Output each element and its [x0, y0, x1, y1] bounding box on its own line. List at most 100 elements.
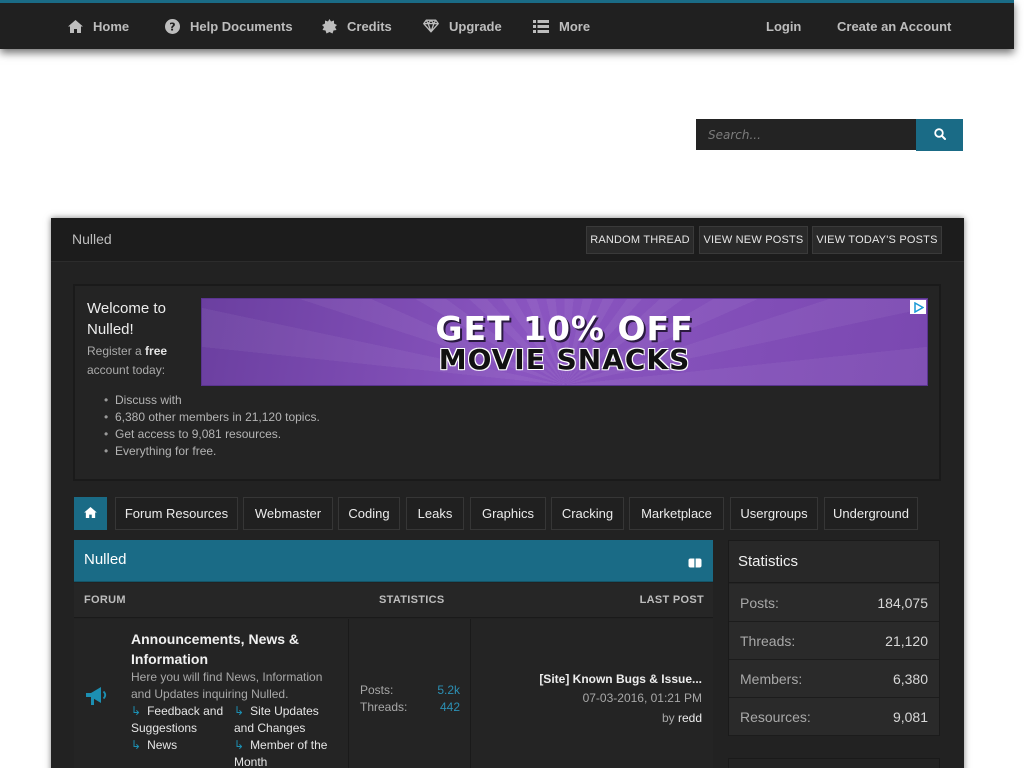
nav-more-label: More — [559, 18, 591, 34]
forum-section-title[interactable]: Nulled — [84, 551, 127, 568]
search-button[interactable] — [916, 119, 963, 151]
search-bar — [696, 119, 963, 151]
threads-label: Threads: — [360, 700, 408, 714]
nav-credits[interactable]: Credits — [321, 3, 392, 49]
list-item: Everything for free. — [104, 443, 320, 460]
threads-count: 442 — [439, 700, 460, 714]
forum-section-header: Nulled — [74, 540, 713, 582]
main-panel: Nulled RANDOM THREAD VIEW NEW POSTS VIEW… — [51, 218, 964, 768]
category-tab-coding[interactable]: Coding — [338, 497, 400, 530]
last-post-user-link[interactable]: redd — [678, 711, 702, 725]
login-link[interactable]: Login — [766, 3, 801, 49]
panel-header: Nulled RANDOM THREAD VIEW NEW POSTS VIEW… — [51, 218, 964, 262]
list-item-continued: 6,380 other members in 21,120 topics. — [104, 409, 320, 426]
forum-column-headers: FORUM STATISTICS LAST POST — [74, 583, 713, 618]
collapse-icon[interactable] — [688, 555, 702, 573]
posts-count: 5.2k — [437, 683, 460, 697]
statistics-value: 21,120 — [885, 633, 928, 649]
forum-name-link[interactable]: Announcements, News & Information — [131, 629, 311, 669]
welcome-sub-prefix: Register a — [87, 344, 146, 358]
nav-upgrade[interactable]: Upgrade — [423, 3, 502, 49]
nav-credits-label: Credits — [347, 18, 392, 34]
statistics-value: 6,380 — [892, 671, 928, 687]
statistics-label: Threads: — [740, 633, 796, 649]
statistics-widget: Statistics Posts: 184,075 Threads: 21,12… — [728, 540, 940, 736]
subforum-link-member-of-month[interactable]: ↳ Member of the Month — [234, 737, 338, 768]
welcome-box: Welcome to Nulled! Register a free accou… — [73, 284, 941, 481]
statistics-row-members: Members: 6,380 — [729, 660, 939, 698]
category-tab-underground[interactable]: Underground — [824, 497, 918, 530]
nav-upgrade-label: Upgrade — [449, 18, 502, 34]
column-header-forum: FORUM — [84, 594, 126, 606]
subforum-arrow-icon: ↳ — [131, 704, 142, 718]
statistics-header: Statistics — [729, 541, 939, 583]
welcome-title: Welcome to Nulled! — [87, 300, 166, 338]
create-account-link[interactable]: Create an Account — [837, 3, 951, 49]
welcome-sub-suffix: account today: — [87, 363, 166, 377]
last-post-by-label: by — [661, 711, 675, 725]
statistics-row-threads: Threads: 21,120 — [729, 622, 939, 660]
svg-text:?: ? — [169, 20, 175, 33]
statistics-row-resources: Resources: 9,081 — [729, 698, 939, 736]
subforum-arrow-icon: ↳ — [234, 704, 245, 718]
diamond-icon — [423, 18, 439, 34]
welcome-sub-bold: free — [145, 344, 168, 358]
ad-subline: MOVIE SNACKS — [438, 343, 691, 376]
category-tab-graphics[interactable]: Graphics — [470, 497, 546, 530]
subforum-label: News — [147, 738, 178, 752]
question-circle-icon: ? — [164, 18, 180, 34]
subforum-label: Feedback and Suggestions — [131, 704, 224, 735]
subforum-arrow-icon: ↳ — [131, 738, 142, 752]
statistics-label: Posts: — [740, 595, 779, 611]
random-thread-button[interactable]: RANDOM THREAD — [586, 226, 694, 254]
home-icon — [67, 18, 83, 34]
posts-label: Posts: — [360, 683, 394, 697]
category-tab-marketplace[interactable]: Marketplace — [629, 497, 724, 530]
advertisement-banner[interactable]: GET 10% OFF MOVIE SNACKS — [201, 298, 928, 386]
welcome-subtitle: Register a free account today: — [87, 342, 197, 380]
statistics-value: 9,081 — [892, 709, 928, 725]
nav-help-label: Help Documents — [190, 18, 293, 34]
statistics-label: Resources: — [740, 709, 811, 725]
column-header-last-post: LAST POST — [639, 594, 704, 606]
subforum-link-feedback[interactable]: ↳ Feedback and Suggestions — [131, 703, 233, 737]
home-icon — [84, 506, 97, 521]
statistics-title: Statistics — [738, 553, 799, 570]
nav-home[interactable]: Home — [67, 3, 129, 49]
category-tab-leaks[interactable]: Leaks — [406, 497, 464, 530]
statistics-row-posts: Posts: 184,075 — [729, 584, 939, 622]
category-tab-cracking[interactable]: Cracking — [551, 497, 624, 530]
view-new-posts-button[interactable]: VIEW NEW POSTS — [699, 226, 808, 254]
view-todays-posts-button[interactable]: VIEW TODAY'S POSTS — [812, 226, 942, 254]
column-header-statistics: STATISTICS — [379, 594, 445, 606]
welcome-benefits-list: Discuss with 6,380 other members in 21,1… — [104, 392, 320, 460]
category-home-tab[interactable] — [74, 497, 107, 530]
cell-divider — [348, 619, 349, 768]
last-post-title-link[interactable]: [Site] Known Bugs & Issue... — [539, 672, 702, 686]
category-tab-forum-resources[interactable]: Forum Resources — [115, 497, 238, 530]
subforum-link-site-updates[interactable]: ↳ Site Updates and Changes — [234, 703, 338, 737]
list-icon — [533, 18, 549, 34]
list-item: Get access to 9,081 resources. — [104, 426, 320, 443]
category-tab-webmaster[interactable]: Webmaster — [243, 497, 333, 530]
list-item: Discuss with — [104, 392, 320, 409]
nav-home-label: Home — [93, 18, 130, 34]
sidebar-widget — [728, 758, 940, 768]
nav-more[interactable]: More — [533, 3, 590, 49]
subforum-arrow-icon: ↳ — [234, 738, 245, 752]
nav-help-documents[interactable]: ? Help Documents — [164, 3, 293, 49]
statistics-value: 184,075 — [877, 595, 928, 611]
subforum-link-news[interactable]: ↳ News — [131, 737, 233, 754]
last-post-author: by redd — [662, 711, 702, 725]
statistics-label: Members: — [740, 671, 803, 687]
ad-choices-icon[interactable] — [910, 300, 926, 314]
top-navigation-bar: Home ? Help Documents Credits Upgrade Mo… — [0, 0, 1014, 49]
breadcrumb[interactable]: Nulled — [72, 231, 112, 247]
last-post-date: 07-03-2016, 01:21 PM — [582, 691, 702, 705]
subforum-label: Member of the Month — [234, 738, 328, 768]
search-input[interactable] — [696, 119, 916, 150]
forum-description: Here you will find News, Information and… — [131, 670, 323, 701]
search-icon — [933, 127, 946, 143]
badge-icon — [321, 18, 337, 34]
category-tab-usergroups[interactable]: Usergroups — [730, 497, 818, 530]
